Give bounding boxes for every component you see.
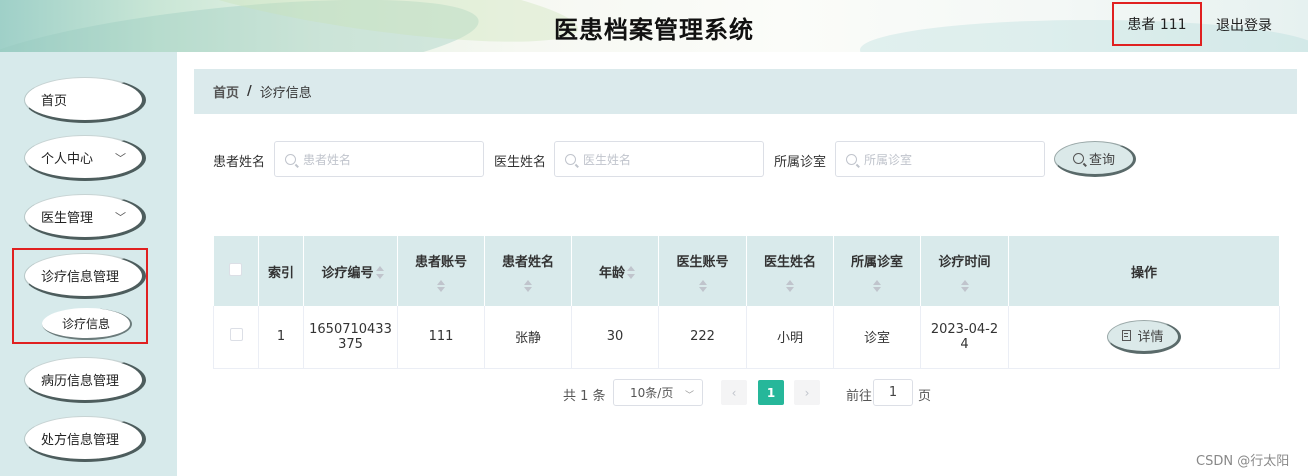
cell-record-no: 1650710433 375 [303,306,398,369]
goto-label: 前往 [846,389,873,404]
sidebar-item-prescription-management[interactable]: 处方信息管理 [24,416,146,462]
sidebar-item-label: 处方信息管理 [41,432,120,448]
search-icon [846,153,857,165]
search-icon [565,153,576,165]
patient-name-input[interactable]: 患者姓名 [274,141,484,177]
table-header-row: 索引 诊疗编号 患者账号 患者姓名 年龄 医生账号 医生姓名 所属诊室 诊疗时间… [213,236,1280,306]
breadcrumb-separator: / [247,84,252,99]
watermark: CSDN @行太阳 [1196,454,1290,469]
sidebar-subitem-diagnosis-info[interactable]: 诊疗信息 [42,308,132,340]
breadcrumb-home[interactable]: 首页 [213,82,239,101]
query-button[interactable]: 查询 [1054,141,1136,177]
sidebar-item-label: 医生管理 [41,210,94,226]
header-doctor-name[interactable]: 医生姓名 [746,236,834,306]
header-clinic[interactable]: 所属诊室 [833,236,921,306]
doctor-name-placeholder: 医生姓名 [583,152,632,167]
chevron-down-icon: ﹀ [684,391,694,401]
next-page-button[interactable]: › [794,380,820,405]
row-checkbox[interactable] [229,328,243,342]
sort-icon[interactable] [960,279,969,292]
header-patient-account[interactable]: 患者账号 [397,236,485,306]
header-index: 索引 [258,236,304,306]
doctor-name-input[interactable]: 医生姓名 [554,141,764,177]
header-record-no[interactable]: 诊疗编号 [303,236,398,306]
breadcrumb: 首页 / 诊疗信息 [194,69,1297,114]
header-visit-time[interactable]: 诊疗时间 [920,236,1009,306]
cell-index: 1 [258,306,304,369]
chevron-down-icon: ﹀ [115,211,126,224]
pagination-total: 共 1 条 [563,389,606,404]
patient-name-placeholder: 患者姓名 [303,152,352,167]
cell-visit-time: 2023-04-2 4 [920,306,1009,369]
sidebar-item-label: 诊疗信息管理 [41,269,120,285]
logout-link[interactable]: 退出登录 [1216,15,1272,35]
row-select-cell [213,306,259,369]
page-size-value: 10条/页 [630,386,674,400]
page-number-current[interactable]: 1 [758,380,784,405]
goto-page-input[interactable]: 1 [873,379,913,406]
sidebar-item-doctor-management[interactable]: 医生管理 ﹀ [24,194,146,240]
table-row: 1 1650710433 375 111 张静 30 222 小明 诊室 2023… [213,306,1280,369]
sort-icon[interactable] [873,279,881,292]
chevron-down-icon: ﹀ [115,152,126,165]
cell-patient-name: 张静 [484,306,572,369]
app-header: 医患档案管理系统 患者 111 退出登录 [0,0,1308,52]
sidebar-item-label: 首页 [41,93,68,109]
prev-page-button[interactable]: ‹ [721,380,747,405]
breadcrumb-current: 诊疗信息 [259,86,312,101]
detail-button-label: 详情 [1137,330,1164,346]
header-patient-name[interactable]: 患者姓名 [484,236,572,306]
cell-doctor-account: 222 [658,306,747,369]
page-suffix: 页 [918,389,932,404]
sort-icon[interactable] [437,279,445,292]
document-icon [1122,330,1132,342]
doctor-name-label: 医生姓名 [494,155,547,170]
cell-doctor-name: 小明 [746,306,834,369]
page-size-select[interactable]: 10条/页 ﹀ [613,379,703,406]
header-doctor-account[interactable]: 医生账号 [658,236,747,306]
header-age[interactable]: 年龄 [571,236,659,306]
clinic-input[interactable]: 所属诊室 [835,141,1045,177]
header-actions: 操作 [1008,236,1280,306]
sort-icon[interactable] [698,279,707,292]
select-all-checkbox[interactable] [229,262,243,276]
sort-icon[interactable] [524,279,532,292]
sidebar-item-medical-record-management[interactable]: 病历信息管理 [24,357,146,403]
sort-icon[interactable] [786,279,794,292]
cell-patient-account: 111 [397,306,485,369]
sidebar-item-personal-center[interactable]: 个人中心 ﹀ [24,135,146,181]
clinic-label: 所属诊室 [774,155,827,170]
current-user-label: 患者 111 [1112,2,1202,46]
sidebar-item-label: 病历信息管理 [41,373,120,389]
sidebar-item-home[interactable]: 首页 [24,77,146,123]
search-icon [1072,152,1084,164]
query-button-label: 查询 [1088,152,1115,168]
search-icon [285,153,296,165]
detail-button[interactable]: 详情 [1107,319,1181,354]
cell-actions: 详情 [1008,306,1280,369]
patient-name-label: 患者姓名 [213,155,266,170]
sidebar-item-diagnosis-management[interactable]: 诊疗信息管理 [24,253,146,299]
diagnosis-table: 索引 诊疗编号 患者账号 患者姓名 年龄 医生账号 医生姓名 所属诊室 诊疗时间… [213,236,1280,369]
sidebar-item-label: 个人中心 [41,151,94,167]
clinic-placeholder: 所属诊室 [864,152,913,167]
cell-age: 30 [571,306,659,369]
cell-clinic: 诊室 [833,306,921,369]
select-all-cell [213,236,259,306]
